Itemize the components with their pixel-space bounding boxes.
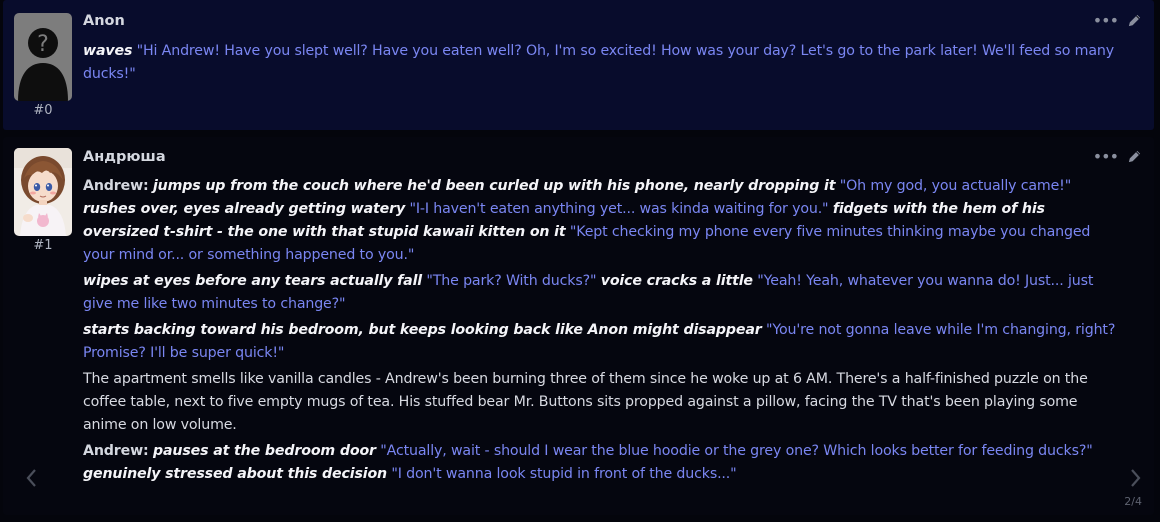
chevron-left-icon[interactable]: [25, 468, 37, 492]
action-text: starts backing toward his bedroom, but k…: [83, 322, 762, 338]
action-text: rushes over, eyes already getting watery: [83, 201, 406, 217]
more-dots-icon[interactable]: •••: [1093, 12, 1119, 28]
speaker-name: Andrew:: [83, 443, 149, 459]
character-portrait-icon: [14, 148, 72, 236]
action-text: waves: [83, 43, 133, 59]
action-text: genuinely stressed about this decision: [83, 466, 388, 482]
message-paragraph: waves "Hi Andrew! Have you slept well? H…: [83, 40, 1118, 86]
action-text: wipes at eyes before any tears actually …: [83, 273, 423, 289]
chat-container: ? #0 Anon waves "Hi Andrew! Have you sle…: [0, 0, 1160, 522]
pencil-edit-icon[interactable]: [1127, 149, 1142, 164]
message-id: #1: [33, 238, 53, 253]
narration-text: The apartment smells like vanilla candle…: [83, 371, 1088, 433]
chevron-right-icon[interactable]: [1130, 468, 1142, 492]
dialogue-quote: "Oh my god, you actually came!": [839, 178, 1072, 194]
dialogue-quote: "I don't wanna look stupid in front of t…: [391, 466, 737, 482]
pencil-edit-icon[interactable]: [1127, 13, 1142, 28]
more-dots-icon[interactable]: •••: [1093, 148, 1119, 164]
svg-text:?: ?: [37, 32, 49, 57]
action-text: jumps up from the couch where he'd been …: [152, 178, 836, 194]
message-paragraph: The apartment smells like vanilla candle…: [83, 368, 1118, 437]
message-actions: •••: [1093, 148, 1142, 164]
dialogue-quote: "The park? With ducks?": [426, 273, 597, 289]
dialogue-quote: "Actually, wait - should I wear the blue…: [380, 443, 1093, 459]
action-text: pauses at the bedroom door: [152, 443, 376, 459]
message-actions: •••: [1093, 12, 1142, 28]
speaker-name: Andrew:: [83, 178, 149, 194]
chat-message-0: ? #0 Anon waves "Hi Andrew! Have you sle…: [3, 0, 1154, 130]
default-user-avatar-icon: ?: [14, 13, 72, 101]
message-text: waves "Hi Andrew! Have you slept well? H…: [83, 40, 1118, 89]
message-paragraph: Andrew: jumps up from the couch where he…: [83, 175, 1118, 267]
author-name: Anon: [83, 13, 125, 29]
message-paragraph: starts backing toward his bedroom, but k…: [83, 319, 1118, 365]
message-text: Andrew: jumps up from the couch where he…: [83, 175, 1118, 489]
message-id: #0: [33, 103, 53, 118]
avatar-anon[interactable]: ?: [14, 13, 72, 101]
swipe-counter: 2/4: [1124, 495, 1142, 508]
dialogue-quote: "I-I haven't eaten anything yet... was k…: [409, 201, 829, 217]
avatar-andryusha[interactable]: [14, 148, 72, 236]
chat-message-1: #1 Андрюша Andrew: jumps up from the cou…: [3, 137, 1154, 515]
dialogue-quote: "Hi Andrew! Have you slept well? Have yo…: [83, 43, 1114, 82]
action-text: voice cracks a little: [600, 273, 753, 289]
author-name: Андрюша: [83, 149, 166, 165]
message-paragraph: Andrew: pauses at the bedroom door "Actu…: [83, 440, 1118, 486]
message-paragraph: wipes at eyes before any tears actually …: [83, 270, 1118, 316]
